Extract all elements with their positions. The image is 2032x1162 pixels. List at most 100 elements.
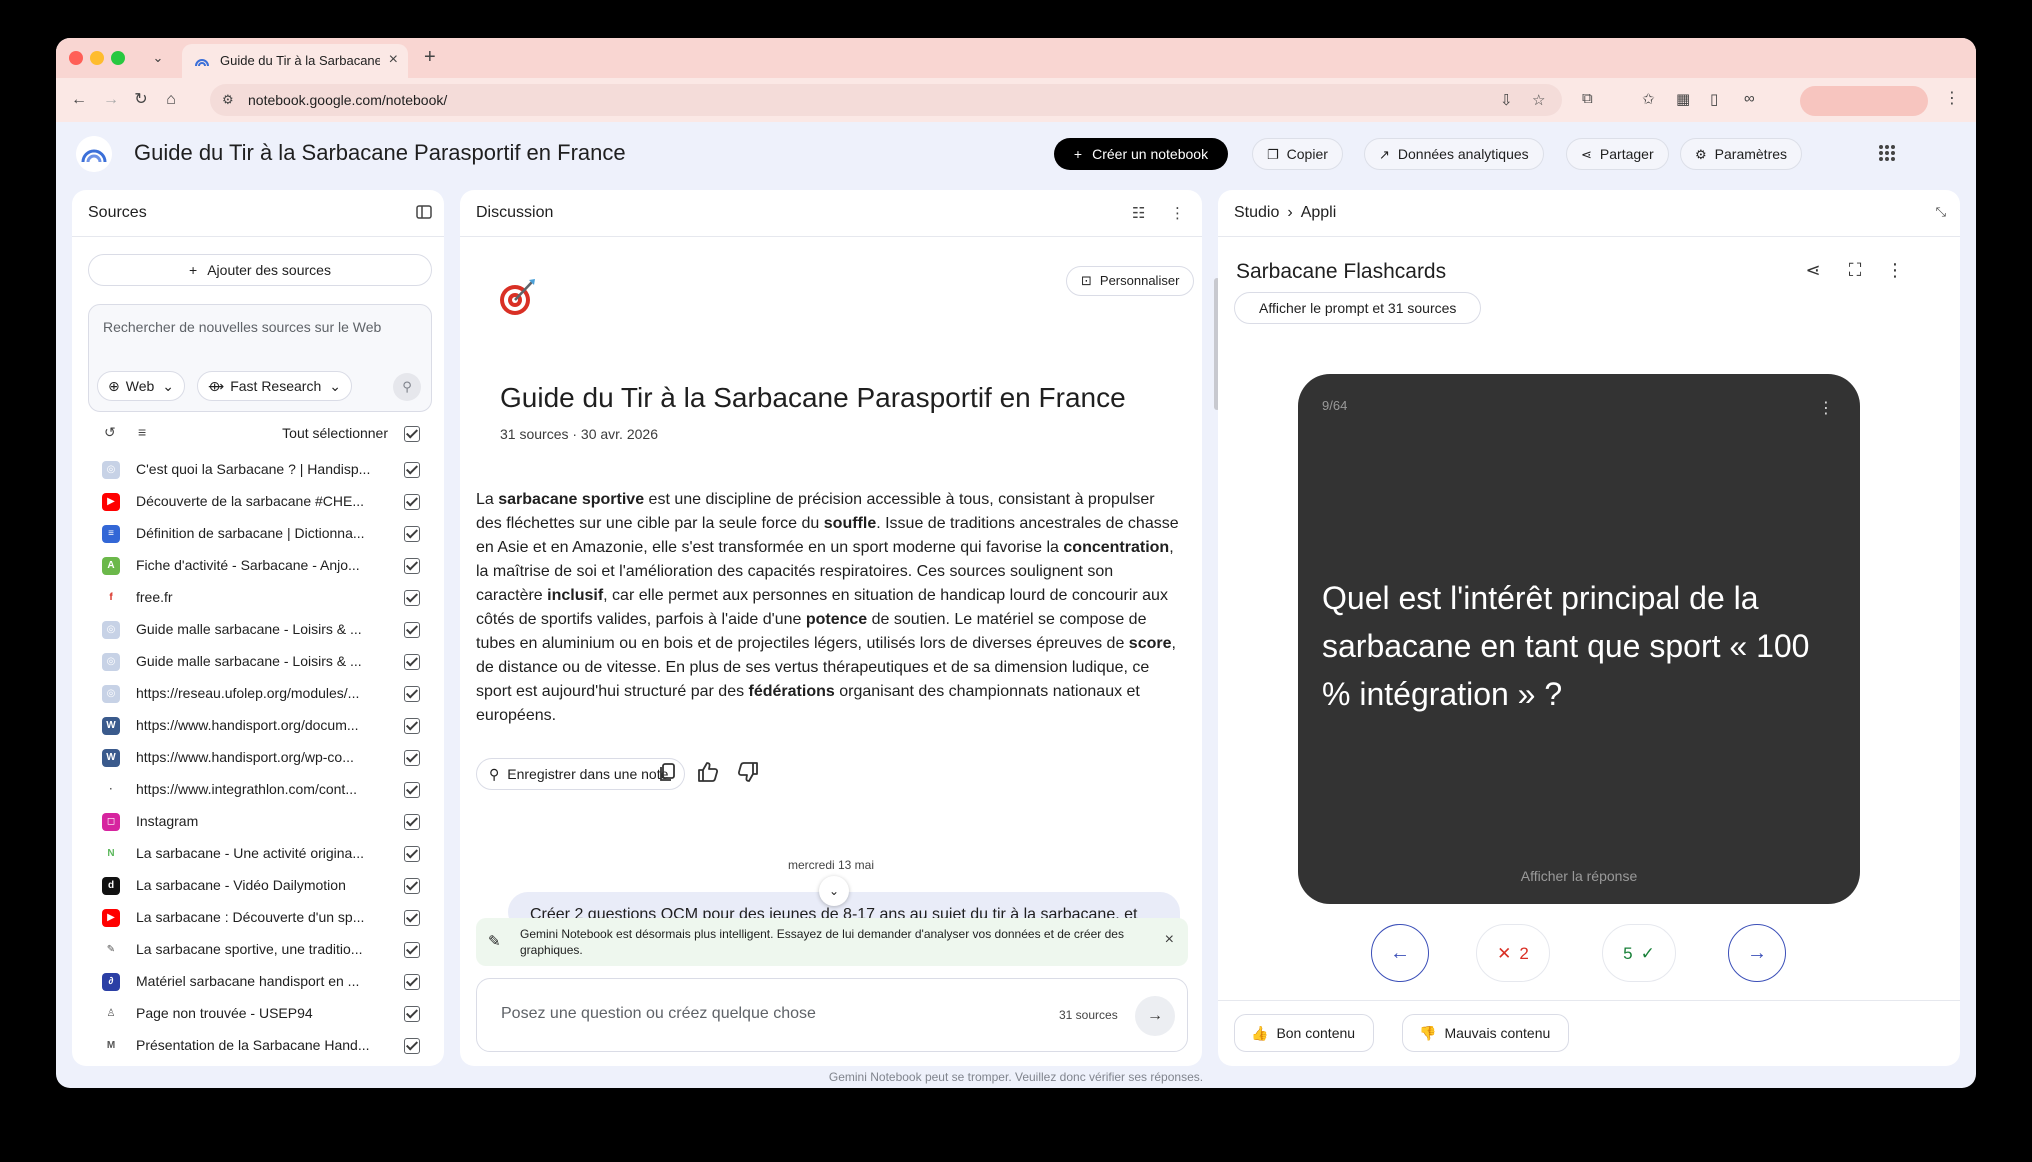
research-mode-chip[interactable]: ⟴ Fast Research ⌄ xyxy=(197,371,352,401)
web-filter-chip[interactable]: ⊕ Web ⌄ xyxy=(97,371,186,401)
analytics-button[interactable]: ↗ Données analytiques xyxy=(1364,138,1544,170)
site-info-icon[interactable]: ⚙ xyxy=(222,92,234,108)
send-arrow-icon[interactable]: → xyxy=(1135,996,1175,1036)
source-item[interactable]: ◎ Guide malle sarbacane - Loisirs & ... xyxy=(88,646,432,678)
web-search-box[interactable]: Rechercher de nouvelles sources sur le W… xyxy=(88,304,432,412)
more-vert-icon[interactable]: ⋮ xyxy=(1170,204,1185,222)
bad-content-button[interactable]: 👎 Mauvais contenu xyxy=(1402,1014,1570,1052)
source-item[interactable]: d La sarbacane - Vidéo Dailymotion xyxy=(88,870,432,902)
notebook-title[interactable]: Guide du Tir à la Sarbacane Parasportif … xyxy=(134,140,626,166)
copy-response-icon[interactable] xyxy=(656,760,680,784)
next-card-button[interactable]: → xyxy=(1728,924,1786,982)
source-checkbox[interactable] xyxy=(404,750,420,766)
new-tab-icon[interactable]: + xyxy=(424,46,436,69)
source-checkbox[interactable] xyxy=(404,590,420,606)
maximize-window-button[interactable] xyxy=(111,51,125,65)
search-icon[interactable]: ⚲ xyxy=(393,373,421,401)
more-vert-icon[interactable]: ⋮ xyxy=(1884,260,1906,282)
qr-code-icon[interactable]: ▦ xyxy=(1676,90,1690,108)
share-button[interactable]: ⋖ Partager xyxy=(1566,138,1669,170)
source-item[interactable]: ✎ La sarbacane sportive, une traditio... xyxy=(88,934,432,966)
favorites-icon[interactable]: ✩ xyxy=(1642,90,1655,108)
source-checkbox[interactable] xyxy=(404,1038,420,1054)
source-item[interactable]: · https://www.integrathlon.com/cont... xyxy=(88,774,432,806)
show-prompt-button[interactable]: Afficher le prompt et 31 sources xyxy=(1234,292,1482,324)
good-content-button[interactable]: 👍 Bon contenu xyxy=(1234,1014,1375,1052)
source-item[interactable]: Whttps://www.handisport.org/docum... xyxy=(88,710,432,742)
source-item[interactable]: f free.fr xyxy=(88,582,432,614)
right-count-button[interactable]: 5 ✓ xyxy=(1602,924,1676,982)
previous-card-button[interactable]: ← xyxy=(1371,924,1429,982)
source-checkbox[interactable] xyxy=(404,686,420,702)
breadcrumb-studio[interactable]: Studio xyxy=(1234,204,1279,221)
collapse-arrows-icon[interactable]: ⤡ xyxy=(1936,204,1946,220)
source-checkbox[interactable] xyxy=(404,846,420,862)
source-checkbox[interactable] xyxy=(404,494,420,510)
sort-icon[interactable]: ≡ xyxy=(138,424,146,440)
copy-button[interactable]: ❐ Copier xyxy=(1252,138,1343,170)
personalize-button[interactable]: ⊡ Personnaliser xyxy=(1066,266,1195,296)
bookmark-star-icon[interactable]: ☆ xyxy=(1532,91,1545,109)
extensions-icon[interactable]: ⧉ xyxy=(1582,90,1593,107)
source-checkbox[interactable] xyxy=(404,622,420,638)
source-item[interactable]: A Fiche d'activité - Sarbacane - Anjo... xyxy=(88,550,432,582)
source-item[interactable]: ◎ Guide malle sarbacane - Loisirs & ... xyxy=(88,614,432,646)
source-checkbox[interactable] xyxy=(404,878,420,894)
source-checkbox[interactable] xyxy=(404,942,420,958)
source-item[interactable]: N La sarbacane - Une activité origina... xyxy=(88,838,432,870)
close-tab-icon[interactable]: × xyxy=(389,51,398,69)
source-item[interactable]: ≡ Définition de sarbacane | Dictionna... xyxy=(88,518,432,550)
source-item[interactable]: ♙ Page non trouvée - USEP94 xyxy=(88,998,432,1030)
settings-button[interactable]: ⚙ Paramètres xyxy=(1680,138,1803,170)
share-icon[interactable]: ⋖ xyxy=(1802,260,1824,282)
thumbs-down-icon[interactable] xyxy=(736,760,760,784)
add-sources-button[interactable]: + Ajouter des sources xyxy=(88,254,432,286)
source-item[interactable]: ▶ La sarbacane : Découverte d'un sp... xyxy=(88,902,432,934)
address-bar[interactable]: ⚙ notebook.google.com/notebook/ ⇩ ☆ xyxy=(210,84,1562,116)
source-item[interactable]: ◻ Instagram xyxy=(88,806,432,838)
close-icon[interactable]: × xyxy=(1165,931,1174,949)
install-app-icon[interactable]: ⇩ xyxy=(1500,91,1513,109)
web-search-input[interactable]: Rechercher de nouvelles sources sur le W… xyxy=(103,319,381,335)
notebook-logo-icon[interactable] xyxy=(76,136,112,172)
chat-input[interactable]: Posez une question ou créez quelque chos… xyxy=(501,1005,816,1023)
save-note-button[interactable]: ⚲ Enregistrer dans une note xyxy=(476,758,686,790)
source-item[interactable]: ◎ https://reseau.ufolep.org/modules/... xyxy=(88,678,432,710)
create-notebook-button[interactable]: + Créer un notebook xyxy=(1054,138,1228,170)
thumbs-up-icon[interactable] xyxy=(696,760,720,784)
apps-grid-icon[interactable] xyxy=(1878,144,1896,162)
forward-arrow-icon[interactable]: → xyxy=(100,89,122,111)
profile-button[interactable] xyxy=(1800,86,1928,116)
tune-icon[interactable]: ☷ xyxy=(1132,204,1145,222)
source-checkbox[interactable] xyxy=(404,718,420,734)
source-checkbox[interactable] xyxy=(404,910,420,926)
back-arrow-icon[interactable]: ← xyxy=(68,89,90,111)
link-icon[interactable]: ∞ xyxy=(1744,90,1755,107)
source-checkbox[interactable] xyxy=(404,462,420,478)
select-all-checkbox[interactable] xyxy=(404,426,420,442)
refresh-icon[interactable]: ↺ xyxy=(104,424,116,441)
source-checkbox[interactable] xyxy=(404,782,420,798)
show-answer-link[interactable]: Afficher la réponse xyxy=(1298,868,1860,884)
source-item[interactable]: M Présentation de la Sarbacane Hand... xyxy=(88,1030,432,1062)
source-checkbox[interactable] xyxy=(404,526,420,542)
tab-search-chevron-icon[interactable]: ⌄ xyxy=(146,46,170,70)
source-checkbox[interactable] xyxy=(404,1006,420,1022)
source-checkbox[interactable] xyxy=(404,974,420,990)
source-item[interactable]: ◎ C'est quoi la Sarbacane ? | Handisp... xyxy=(88,454,432,486)
wrong-count-button[interactable]: ✕ 2 xyxy=(1476,924,1550,982)
chat-input-box[interactable]: Posez une question ou créez quelque chos… xyxy=(476,978,1188,1052)
home-icon[interactable]: ⌂ xyxy=(160,89,182,111)
browser-tab[interactable]: Guide du Tir à la Sarbacane P × xyxy=(182,44,408,78)
fullscreen-icon[interactable]: ⛶ xyxy=(1844,260,1866,282)
flashcard[interactable]: 9/64 ⋮ Quel est l'intérêt principal de l… xyxy=(1298,374,1860,904)
card-menu-icon[interactable]: ⋮ xyxy=(1818,398,1834,418)
scroll-down-chevron-icon[interactable]: ⌄ xyxy=(819,876,849,906)
source-item[interactable]: Whttps://www.handisport.org/wp-co... xyxy=(88,742,432,774)
source-item[interactable]: ∂ Matériel sarbacane handisport en ... xyxy=(88,966,432,998)
reload-icon[interactable]: ↻ xyxy=(130,89,152,111)
minimize-window-button[interactable] xyxy=(90,51,104,65)
close-window-button[interactable] xyxy=(69,51,83,65)
source-checkbox[interactable] xyxy=(404,654,420,670)
source-checkbox[interactable] xyxy=(404,814,420,830)
